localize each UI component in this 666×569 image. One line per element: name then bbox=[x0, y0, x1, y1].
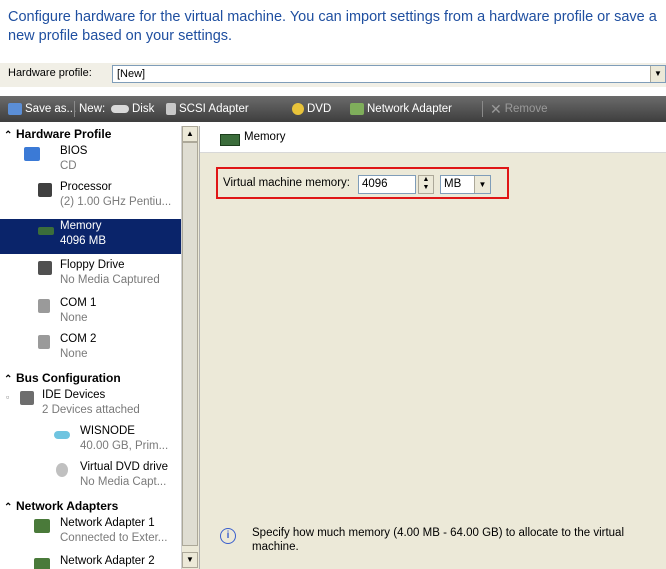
remove-x-icon: ✕ bbox=[490, 101, 502, 117]
sidebar-item-ide-devices[interactable]: ▫ IDE Devices 2 Devices attached bbox=[0, 388, 181, 420]
chevron-up-icon: ⌃ bbox=[4, 502, 13, 513]
new-disk-button[interactable]: Disk bbox=[111, 96, 154, 122]
scroll-down-icon[interactable]: ▼ bbox=[182, 552, 198, 568]
sidebar-item-title: IDE Devices bbox=[42, 389, 106, 401]
sidebar-item-subtitle: None bbox=[60, 312, 88, 324]
scroll-up-icon[interactable]: ▲ bbox=[182, 126, 198, 142]
ide-devices-icon bbox=[20, 391, 34, 405]
sidebar-item-title: Virtual DVD drive bbox=[80, 461, 168, 473]
network-adapter-label: Network Adapter bbox=[367, 103, 453, 115]
sidebar-item-title: BIOS bbox=[60, 145, 88, 157]
com-port-icon bbox=[38, 299, 50, 313]
memory-info-text: Specify how much memory (4.00 MB - 64.00… bbox=[252, 527, 624, 553]
sidebar-item-processor[interactable]: Processor (2) 1.00 GHz Pentiu... bbox=[0, 180, 181, 212]
toolbar-separator bbox=[74, 101, 75, 117]
disk-label: Disk bbox=[132, 103, 155, 115]
chevron-down-icon[interactable]: ▼ bbox=[650, 66, 665, 82]
scsi-adapter-label: SCSI Adapter bbox=[179, 103, 249, 115]
save-icon bbox=[8, 103, 22, 115]
sidebar-item-floppy-drive[interactable]: Floppy Drive No Media Captured bbox=[0, 258, 181, 290]
section-bus-configuration-label: Bus Configuration bbox=[16, 371, 121, 385]
sidebar-item-title: Network Adapter 2 bbox=[60, 555, 155, 567]
dvd-icon bbox=[56, 463, 68, 477]
sidebar-item-virtual-dvd-drive[interactable]: Virtual DVD drive No Media Capt... bbox=[0, 460, 181, 492]
network-adapter-icon bbox=[350, 103, 364, 115]
disk-icon bbox=[111, 105, 129, 113]
hardware-profile-select[interactable]: [New] ▼ bbox=[112, 65, 666, 83]
scrollbar-thumb[interactable] bbox=[182, 142, 198, 546]
sidebar-item-network-adapter-1[interactable]: Network Adapter 1 Connected to Exter... bbox=[0, 516, 181, 548]
sidebar-item-title: Memory bbox=[60, 220, 102, 232]
memory-icon bbox=[38, 227, 54, 235]
section-hardware-profile-label: Hardware Profile bbox=[16, 127, 112, 141]
memory-icon bbox=[220, 134, 240, 146]
remove-button[interactable]: ✕ Remove bbox=[490, 96, 548, 122]
disk-icon bbox=[54, 431, 70, 439]
sidebar-item-title: COM 2 bbox=[60, 333, 97, 345]
new-network-adapter-button[interactable]: Network Adapter bbox=[350, 96, 452, 122]
sidebar-item-network-adapter-2[interactable]: Network Adapter 2 bbox=[0, 552, 181, 569]
bios-icon bbox=[24, 147, 40, 161]
sidebar-item-subtitle: 40.00 GB, Prim... bbox=[80, 440, 169, 452]
chevron-up-icon: ⌃ bbox=[4, 130, 13, 141]
sidebar-item-subtitle: No Media Capt... bbox=[80, 476, 167, 488]
floppy-icon bbox=[38, 261, 52, 275]
hardware-profile-label: Hardware profile: bbox=[8, 67, 92, 79]
scsi-adapter-icon bbox=[166, 103, 176, 115]
memory-label: Virtual machine memory: bbox=[223, 177, 350, 189]
toolbar: Save as... New: Disk SCSI Adapter DVD Ne… bbox=[0, 96, 666, 122]
toolbar-separator bbox=[482, 101, 483, 117]
sidebar-item-bios[interactable]: BIOS CD bbox=[0, 144, 181, 176]
network-adapter-icon bbox=[34, 519, 50, 533]
sidebar-item-title: Network Adapter 1 bbox=[60, 517, 155, 529]
sidebar-item-subtitle: Connected to Exter... bbox=[60, 532, 168, 544]
hardware-profile-value: [New] bbox=[117, 68, 146, 80]
sidebar-item-com1[interactable]: COM 1 None bbox=[0, 296, 181, 328]
sidebar-item-com2[interactable]: COM 2 None bbox=[0, 332, 181, 364]
section-hardware-profile[interactable]: ⌃ Hardware Profile bbox=[4, 126, 111, 142]
sidebar-item-subtitle: CD bbox=[60, 160, 77, 172]
save-as-label: Save as... bbox=[25, 103, 77, 115]
sidebar-item-title: Floppy Drive bbox=[60, 259, 125, 271]
sidebar-item-subtitle: None bbox=[60, 348, 88, 360]
sidebar-item-memory[interactable]: Memory 4096 MB bbox=[0, 219, 181, 254]
info-icon: i bbox=[220, 528, 236, 544]
com-port-icon bbox=[38, 335, 50, 349]
details-pane: Memory Virtual machine memory: 4096 ▲ ▼ M… bbox=[200, 126, 666, 569]
sidebar-item-subtitle: 4096 MB bbox=[60, 235, 107, 247]
sidebar-item-subtitle: (2) 1.00 GHz Pentiu... bbox=[60, 196, 172, 208]
intro-text: Configure hardware for the virtual machi… bbox=[8, 9, 657, 44]
chevron-down-icon[interactable]: ▼ bbox=[474, 176, 490, 193]
details-header: Memory bbox=[200, 126, 666, 153]
remove-label: Remove bbox=[504, 103, 548, 115]
section-network-adapters-label: Network Adapters bbox=[16, 499, 119, 513]
hardware-tree: ⌃ Hardware Profile BIOS CD Processor (2) … bbox=[0, 126, 200, 569]
new-label: New: bbox=[79, 103, 106, 115]
collapse-icon[interactable]: ▫ bbox=[6, 392, 9, 402]
new-scsi-adapter-button[interactable]: SCSI Adapter bbox=[166, 96, 249, 122]
details-title: Memory bbox=[244, 131, 286, 143]
sidebar-scrollbar[interactable]: ▲ ▼ bbox=[181, 126, 199, 569]
memory-input[interactable]: 4096 bbox=[358, 175, 416, 194]
new-dvd-button[interactable]: DVD bbox=[292, 96, 331, 122]
memory-unit-value: MB bbox=[444, 178, 462, 190]
memory-spinner[interactable]: ▲ ▼ bbox=[418, 175, 434, 194]
sidebar-item-title: COM 1 bbox=[60, 297, 97, 309]
section-bus-configuration[interactable]: ⌃ Bus Configuration bbox=[4, 370, 121, 386]
sidebar-item-title: WISNODE bbox=[80, 425, 135, 437]
memory-setting-box: Virtual machine memory: 4096 ▲ ▼ MB ▼ bbox=[216, 167, 509, 199]
memory-unit-select[interactable]: MB ▼ bbox=[440, 175, 491, 194]
chevron-up-icon: ⌃ bbox=[4, 374, 13, 385]
save-as-button[interactable]: Save as... bbox=[8, 96, 76, 122]
sidebar-item-subtitle: No Media Captured bbox=[60, 274, 160, 286]
dvd-label: DVD bbox=[307, 103, 332, 115]
hardware-profile-row: Hardware profile: [New] ▼ bbox=[0, 63, 666, 87]
sidebar-item-wisnode[interactable]: WISNODE 40.00 GB, Prim... bbox=[0, 424, 181, 456]
sidebar-item-title: Processor bbox=[60, 181, 112, 193]
dvd-icon bbox=[292, 103, 304, 115]
network-adapter-icon bbox=[34, 558, 50, 569]
processor-icon bbox=[38, 183, 52, 197]
section-network-adapters[interactable]: ⌃ Network Adapters bbox=[4, 498, 118, 514]
sidebar-item-subtitle: 2 Devices attached bbox=[42, 404, 140, 416]
